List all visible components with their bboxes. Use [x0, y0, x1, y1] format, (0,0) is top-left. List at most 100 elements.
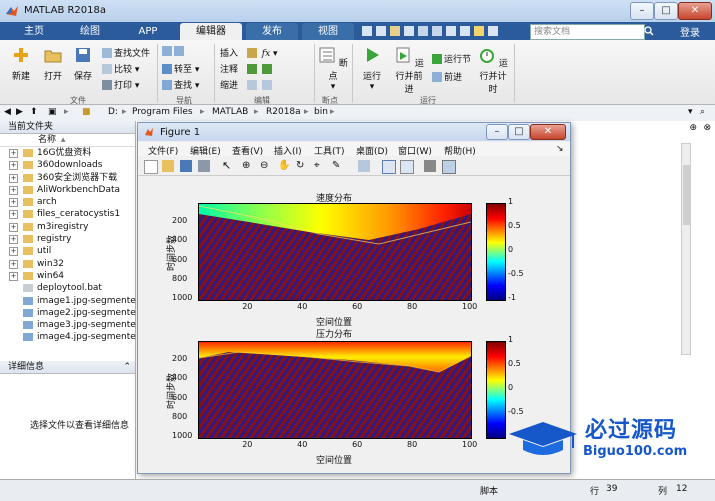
breadcrumb-program-files[interactable]: Program Files	[132, 107, 193, 117]
run-button[interactable]: 运行 ▾	[358, 46, 386, 92]
expand-icon[interactable]: +	[9, 235, 18, 245]
search-documentation-input[interactable]: 搜索文档	[530, 24, 645, 40]
list-item[interactable]: + m3iregistry	[0, 221, 135, 233]
maximize-button[interactable]: □	[654, 2, 678, 20]
comment-button[interactable]: 注释	[220, 62, 274, 75]
run-section-button[interactable]: 运行节	[432, 52, 471, 65]
figure-minimize-button[interactable]: –	[486, 124, 508, 140]
menu-help[interactable]: 帮助(H)	[444, 144, 476, 157]
expand-icon[interactable]: +	[9, 185, 18, 195]
expand-icon[interactable]: +	[9, 198, 18, 208]
indent-button[interactable]: 缩进	[220, 78, 274, 91]
print-figure-icon[interactable]	[198, 160, 210, 172]
list-item[interactable]: + util	[0, 245, 135, 257]
colorbar-toggle-icon[interactable]	[382, 160, 396, 174]
list-item[interactable]: +16G优盘资料	[0, 147, 135, 159]
data-cursor-icon[interactable]: ⌖	[314, 160, 326, 172]
expand-icon[interactable]: +	[9, 210, 18, 220]
run-and-advance-button[interactable]: 运行并前进	[392, 46, 426, 95]
menu-tools[interactable]: 工具(T)	[314, 144, 345, 157]
menu-insert[interactable]: 插入(I)	[274, 144, 302, 157]
address-search-icon[interactable]: ⌕	[700, 107, 705, 117]
scrollbar-thumb[interactable]	[683, 165, 691, 225]
list-item[interactable]: + AliWorkbenchData	[0, 184, 135, 196]
minimize-button[interactable]: –	[630, 2, 654, 20]
run-and-time-button[interactable]: 运行并计时	[476, 46, 510, 95]
list-item[interactable]: + arch	[0, 196, 135, 208]
find-files-button[interactable]: 查找文件	[102, 46, 150, 59]
list-item[interactable]: image4.jpg-segmente...	[0, 331, 144, 343]
figure-maximize-button[interactable]: □	[508, 124, 530, 140]
zoom-out-icon[interactable]: ⊖	[260, 160, 272, 172]
zoom-in-icon[interactable]: ⊕	[242, 160, 254, 172]
list-item[interactable]: +360downloads	[0, 159, 135, 171]
browse-folder-icon[interactable]: ▣	[48, 107, 57, 117]
save-button[interactable]: 保存	[70, 46, 96, 82]
search-icon[interactable]	[644, 26, 654, 36]
plot1-colorbar[interactable]	[486, 203, 506, 301]
tab-apps[interactable]: APP	[122, 23, 174, 40]
goto-button[interactable]: 转至 ▾	[162, 62, 199, 75]
tab-view[interactable]: 视图	[302, 23, 354, 40]
open-button[interactable]: 打开	[40, 46, 66, 82]
list-item[interactable]: image1.jpg-segmente...	[0, 295, 144, 307]
breadcrumb-bin[interactable]: bin	[314, 107, 328, 117]
hide-tools-icon[interactable]	[424, 160, 436, 172]
list-item[interactable]: deploytool.bat	[0, 282, 135, 294]
back-arrow-icon[interactable]: ◀	[4, 107, 11, 117]
tab-publish[interactable]: 发布	[246, 23, 298, 40]
expand-icon[interactable]: +	[9, 259, 18, 269]
legend-toggle-icon[interactable]	[400, 160, 414, 174]
list-item[interactable]: + win32	[0, 258, 135, 270]
pointer-icon[interactable]: ↖	[222, 160, 234, 172]
forward-arrow-icon[interactable]: ▶	[16, 107, 23, 117]
expand-icon[interactable]: +	[9, 222, 18, 232]
rotate-3d-icon[interactable]: ↻	[296, 160, 308, 172]
address-dropdown-icon[interactable]: ▾	[688, 107, 693, 117]
save-figure-icon[interactable]	[180, 160, 192, 172]
breakpoints-button[interactable]: 断点 ▾	[318, 46, 348, 92]
column-header-name[interactable]: 名称 ▴	[0, 134, 135, 147]
compare-button[interactable]: 比较 ▾	[102, 62, 139, 75]
login-button[interactable]: 登录	[680, 24, 700, 39]
back-forward-buttons[interactable]	[162, 46, 186, 57]
menu-window[interactable]: 窗口(W)	[398, 144, 432, 157]
list-item[interactable]: image3.jpg-segmente...	[0, 319, 144, 331]
print-button[interactable]: 打印 ▾	[102, 78, 139, 91]
tab-plots[interactable]: 绘图	[64, 23, 116, 40]
expand-icon[interactable]: +	[9, 161, 18, 171]
panel-action-icon[interactable]: ⊕	[689, 123, 697, 133]
advance-button[interactable]: 前进	[432, 70, 462, 83]
breadcrumb-matlab[interactable]: MATLAB	[212, 107, 248, 117]
quick-access-toolbar[interactable]	[360, 25, 520, 37]
menu-desktop[interactable]: 桌面(D)	[356, 144, 388, 157]
list-item[interactable]: + registry	[0, 233, 135, 245]
breadcrumb-r2018a[interactable]: R2018a	[266, 107, 301, 117]
menu-edit[interactable]: 编辑(E)	[190, 144, 221, 157]
figure-close-button[interactable]: ✕	[530, 124, 566, 140]
tab-home[interactable]: 主页	[10, 23, 58, 40]
breadcrumb-drive[interactable]: D:	[108, 107, 118, 117]
menu-dock-icon[interactable]: ↘	[556, 144, 564, 154]
list-item[interactable]: + files_ceratocystis1	[0, 208, 135, 220]
show-tools-icon[interactable]	[442, 160, 456, 174]
plot2-axes[interactable]	[198, 341, 472, 439]
up-folder-icon[interactable]: ⬆	[30, 107, 38, 117]
open-file-icon[interactable]	[162, 160, 174, 172]
expand-icon[interactable]: +	[9, 247, 18, 257]
tab-editor[interactable]: 编辑器	[180, 23, 242, 40]
plot1-axes[interactable]	[198, 203, 472, 301]
plot2-colorbar[interactable]	[486, 341, 506, 439]
expand-icon[interactable]: +	[9, 271, 18, 281]
menu-file[interactable]: 文件(F)	[148, 144, 178, 157]
brush-icon[interactable]: ✎	[332, 160, 344, 172]
pan-hand-icon[interactable]: ✋	[278, 160, 290, 172]
expand-icon[interactable]: +	[9, 173, 18, 183]
panel-close-icon[interactable]: ⊗	[703, 123, 711, 133]
new-figure-icon[interactable]	[144, 160, 158, 174]
list-item[interactable]: image2.jpg-segmente...	[0, 307, 144, 319]
details-expand-icon[interactable]: ⌃	[123, 362, 131, 372]
insert-button[interactable]: 插入 fx ▾	[220, 46, 278, 59]
list-item[interactable]: +360安全浏览器下载	[0, 172, 135, 184]
list-item[interactable]: + win64	[0, 270, 135, 282]
